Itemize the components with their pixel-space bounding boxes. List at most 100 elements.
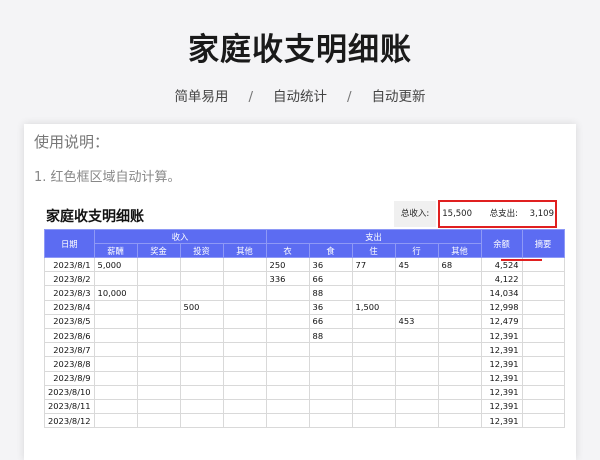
expense-cell[interactable]: 88 xyxy=(308,327,353,344)
income-cell[interactable] xyxy=(136,313,181,329)
income-cell[interactable] xyxy=(222,384,267,400)
balance-cell[interactable]: 12,391 xyxy=(480,413,523,429)
income-cell[interactable] xyxy=(136,299,181,315)
expense-cell[interactable] xyxy=(394,271,439,287)
expense-cell[interactable] xyxy=(265,356,310,372)
date-cell[interactable]: 2023/8/6 xyxy=(44,327,95,344)
expense-cell[interactable] xyxy=(308,370,353,386)
income-cell[interactable] xyxy=(93,299,138,315)
income-cell[interactable]: 10,000 xyxy=(93,285,138,301)
expense-cell[interactable] xyxy=(437,398,482,415)
expense-cell[interactable] xyxy=(265,285,310,301)
note-cell[interactable] xyxy=(521,370,565,386)
expense-cell[interactable]: 68 xyxy=(437,256,482,273)
income-cell[interactable] xyxy=(136,327,181,344)
expense-cell[interactable]: 1,500 xyxy=(351,299,396,315)
expense-cell[interactable] xyxy=(437,356,482,372)
expense-cell[interactable] xyxy=(394,342,439,358)
expense-cell[interactable] xyxy=(437,271,482,287)
date-cell[interactable]: 2023/8/9 xyxy=(44,370,95,386)
expense-cell[interactable]: 66 xyxy=(308,313,353,329)
income-cell[interactable] xyxy=(222,356,267,372)
income-cell[interactable] xyxy=(93,384,138,400)
note-cell[interactable] xyxy=(521,356,565,372)
expense-cell[interactable] xyxy=(265,342,310,358)
expense-cell[interactable] xyxy=(394,413,439,429)
expense-cell[interactable] xyxy=(394,398,439,415)
income-cell[interactable] xyxy=(93,342,138,358)
balance-cell[interactable]: 12,391 xyxy=(480,356,523,372)
expense-cell[interactable] xyxy=(437,384,482,400)
expense-cell[interactable] xyxy=(308,384,353,400)
expense-cell[interactable] xyxy=(351,398,396,415)
income-cell[interactable] xyxy=(179,285,224,301)
date-cell[interactable]: 2023/8/7 xyxy=(44,342,95,358)
income-cell[interactable] xyxy=(222,271,267,287)
income-cell[interactable] xyxy=(136,271,181,287)
expense-cell[interactable] xyxy=(265,327,310,344)
income-cell[interactable] xyxy=(222,313,267,329)
income-cell[interactable] xyxy=(222,299,267,315)
date-cell[interactable]: 2023/8/8 xyxy=(44,356,95,372)
note-cell[interactable] xyxy=(521,384,565,400)
note-cell[interactable] xyxy=(521,413,565,429)
income-cell[interactable] xyxy=(179,313,224,329)
note-cell[interactable] xyxy=(521,299,565,315)
date-cell[interactable]: 2023/8/3 xyxy=(44,285,95,301)
note-cell[interactable] xyxy=(521,342,565,358)
note-cell[interactable] xyxy=(521,313,565,329)
expense-cell[interactable] xyxy=(394,384,439,400)
income-cell[interactable] xyxy=(222,370,267,386)
income-cell[interactable] xyxy=(136,384,181,400)
income-cell[interactable] xyxy=(179,256,224,273)
expense-cell[interactable] xyxy=(351,356,396,372)
date-cell[interactable]: 2023/8/10 xyxy=(44,384,95,400)
expense-cell[interactable]: 36 xyxy=(308,299,353,315)
expense-cell[interactable] xyxy=(394,285,439,301)
income-cell[interactable] xyxy=(93,398,138,415)
expense-cell[interactable] xyxy=(437,313,482,329)
income-cell[interactable] xyxy=(136,398,181,415)
income-cell[interactable] xyxy=(136,256,181,273)
income-cell[interactable] xyxy=(93,413,138,429)
expense-cell[interactable] xyxy=(437,327,482,344)
income-cell[interactable] xyxy=(222,342,267,358)
expense-cell[interactable] xyxy=(308,413,353,429)
expense-cell[interactable]: 66 xyxy=(308,271,353,287)
note-cell[interactable] xyxy=(521,271,565,287)
balance-cell[interactable]: 12,391 xyxy=(480,327,523,344)
expense-cell[interactable] xyxy=(351,271,396,287)
expense-cell[interactable] xyxy=(308,342,353,358)
income-cell[interactable] xyxy=(222,413,267,429)
income-cell[interactable] xyxy=(93,313,138,329)
date-cell[interactable]: 2023/8/11 xyxy=(44,398,95,415)
income-cell[interactable] xyxy=(136,356,181,372)
income-cell[interactable] xyxy=(136,370,181,386)
income-cell[interactable] xyxy=(222,256,267,273)
expense-cell[interactable] xyxy=(437,285,482,301)
expense-cell[interactable] xyxy=(308,356,353,372)
expense-cell[interactable]: 453 xyxy=(394,313,439,329)
expense-cell[interactable] xyxy=(265,313,310,329)
income-cell[interactable] xyxy=(93,356,138,372)
expense-cell[interactable]: 336 xyxy=(265,271,310,287)
note-cell[interactable] xyxy=(521,285,565,301)
date-cell[interactable]: 2023/8/5 xyxy=(44,313,95,329)
date-cell[interactable]: 2023/8/1 xyxy=(44,256,95,273)
note-cell[interactable] xyxy=(521,327,565,344)
balance-cell[interactable]: 12,391 xyxy=(480,370,523,386)
expense-cell[interactable] xyxy=(351,342,396,358)
balance-cell[interactable]: 12,391 xyxy=(480,342,523,358)
expense-cell[interactable]: 45 xyxy=(394,256,439,273)
date-cell[interactable]: 2023/8/12 xyxy=(44,413,95,429)
expense-cell[interactable] xyxy=(351,413,396,429)
income-cell[interactable] xyxy=(222,285,267,301)
balance-cell[interactable]: 12,479 xyxy=(480,313,523,329)
income-cell[interactable] xyxy=(136,285,181,301)
income-cell[interactable] xyxy=(222,327,267,344)
expense-cell[interactable] xyxy=(437,413,482,429)
expense-cell[interactable] xyxy=(351,313,396,329)
balance-cell[interactable]: 12,998 xyxy=(480,299,523,315)
expense-cell[interactable]: 77 xyxy=(351,256,396,273)
expense-cell[interactable]: 250 xyxy=(265,256,310,273)
